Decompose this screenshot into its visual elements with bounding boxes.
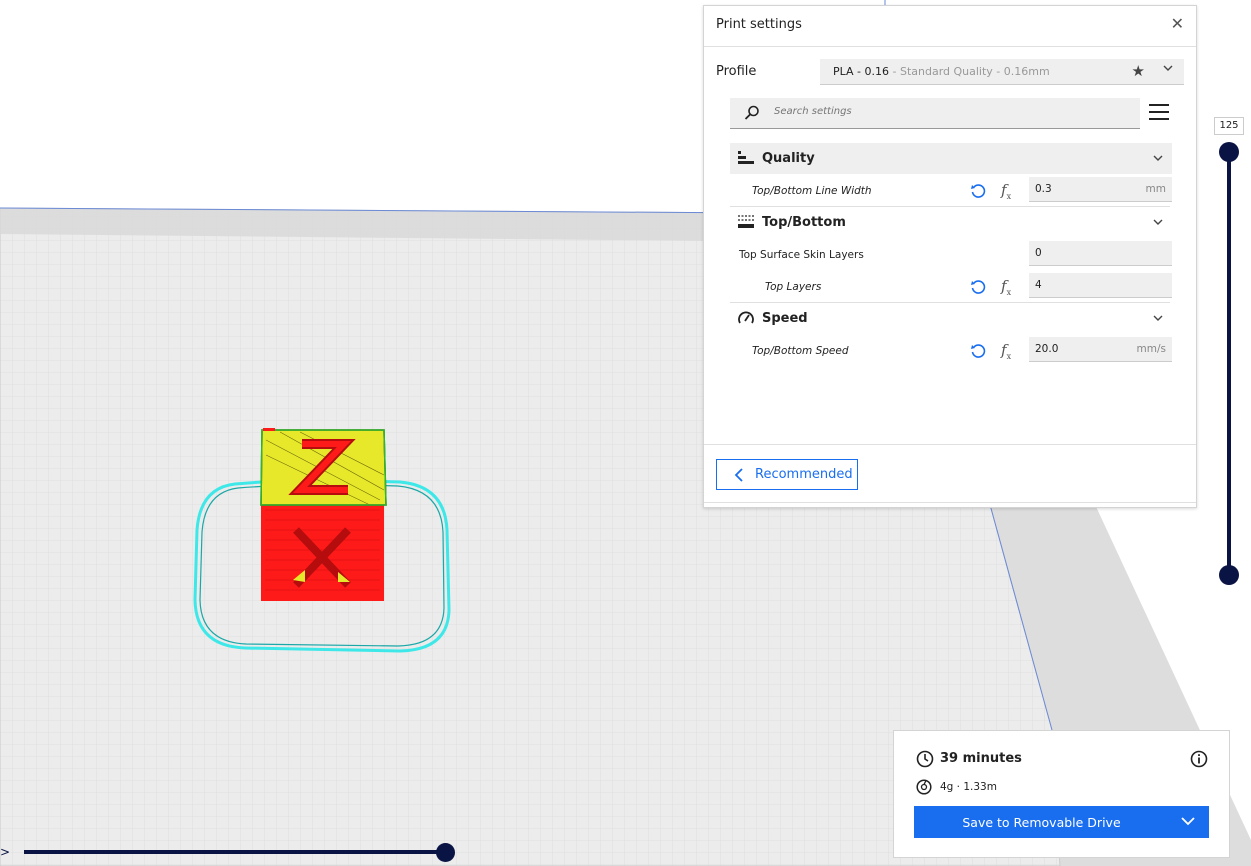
- category-quality[interactable]: Quality: [730, 143, 1172, 174]
- layer-slider-track[interactable]: [1227, 152, 1231, 574]
- divider: [704, 444, 1196, 445]
- layer-number-label[interactable]: 125: [1214, 117, 1244, 135]
- setting-value-field[interactable]: 20.0 mm/s: [1029, 337, 1172, 362]
- chevron-down-icon[interactable]: [1181, 817, 1195, 826]
- search-input[interactable]: [774, 106, 1114, 117]
- reset-icon[interactable]: [970, 279, 986, 295]
- chevron-down-icon: [1163, 65, 1173, 71]
- info-icon[interactable]: [1190, 750, 1208, 768]
- profile-select[interactable]: PLA - 0.16 - Standard Quality - 0.16mm ★: [820, 59, 1184, 85]
- setting-top-bottom-speed: Top/Bottom Speed fx 20.0 mm/s: [730, 336, 1172, 364]
- setting-label: Top Surface Skin Layers: [739, 249, 864, 261]
- panel-title: Print settings: [716, 17, 802, 32]
- setting-label: Top/Bottom Speed: [752, 345, 849, 357]
- profile-value: PLA - 0.16: [833, 65, 889, 78]
- speed-icon: [738, 311, 754, 324]
- setting-top-bottom-line-width: Top/Bottom Line Width fx 0.3 mm: [730, 176, 1172, 204]
- profile-label: Profile: [716, 64, 757, 79]
- setting-value-field[interactable]: 4: [1029, 273, 1172, 298]
- category-label: Top/Bottom: [762, 215, 846, 230]
- top-bottom-icon: [738, 215, 754, 228]
- profile-detail: - Standard Quality - 0.16mm: [889, 65, 1050, 78]
- search-icon: [744, 105, 759, 120]
- close-icon[interactable]: ✕: [1171, 14, 1184, 33]
- chevron-down-icon: [1153, 315, 1163, 321]
- path-slider-handle[interactable]: [436, 843, 455, 862]
- calibration-cube-model[interactable]: [260, 428, 387, 601]
- layer-slider-top-handle[interactable]: [1219, 142, 1239, 162]
- setting-value-field[interactable]: 0: [1029, 241, 1172, 266]
- path-slider-track[interactable]: [24, 850, 448, 854]
- quality-icon: [738, 151, 754, 164]
- category-top-bottom[interactable]: Top/Bottom: [730, 207, 1172, 238]
- setting-top-surface-skin-layers: Top Surface Skin Layers 0: [730, 240, 1172, 268]
- unit-label: mm: [1145, 183, 1166, 195]
- print-time: 39 minutes: [940, 751, 1022, 766]
- search-field[interactable]: [730, 98, 1140, 129]
- settings-menu-icon[interactable]: [1149, 104, 1169, 122]
- category-speed[interactable]: Speed: [730, 303, 1172, 334]
- resize-handle[interactable]: [704, 502, 1196, 503]
- unit-label: mm/s: [1136, 343, 1166, 355]
- category-label: Speed: [762, 311, 808, 326]
- divider: [704, 46, 1196, 47]
- setting-label: Top/Bottom Line Width: [752, 185, 872, 197]
- save-to-removable-drive-button[interactable]: Save to Removable Drive: [914, 806, 1209, 838]
- reset-icon[interactable]: [970, 183, 986, 199]
- function-icon[interactable]: fx: [1001, 277, 1011, 297]
- function-icon[interactable]: fx: [1001, 181, 1011, 201]
- chevron-down-icon: [1153, 155, 1163, 161]
- setting-top-layers: Top Layers fx 4: [730, 272, 1172, 300]
- play-icon[interactable]: >: [0, 845, 10, 859]
- clock-icon: [916, 750, 934, 768]
- setting-value-field[interactable]: 0.3 mm: [1029, 177, 1172, 202]
- setting-label: Top Layers: [765, 281, 822, 293]
- print-settings-panel: Print settings ✕ Profile PLA - 0.16 - St…: [703, 5, 1197, 508]
- star-icon[interactable]: ★: [1132, 62, 1145, 80]
- reset-icon[interactable]: [970, 343, 986, 359]
- print-info-panel: 39 minutes 4g · 1.33m Save to Removable …: [893, 730, 1230, 858]
- chevron-left-icon: [734, 468, 743, 482]
- layer-slider-bottom-handle[interactable]: [1219, 565, 1239, 585]
- function-icon[interactable]: fx: [1001, 341, 1011, 361]
- recommended-button[interactable]: Recommended: [716, 459, 858, 490]
- category-label: Quality: [762, 151, 815, 166]
- chevron-down-icon: [1153, 219, 1163, 225]
- spool-icon: [916, 779, 932, 795]
- material-usage: 4g · 1.33m: [940, 781, 997, 793]
